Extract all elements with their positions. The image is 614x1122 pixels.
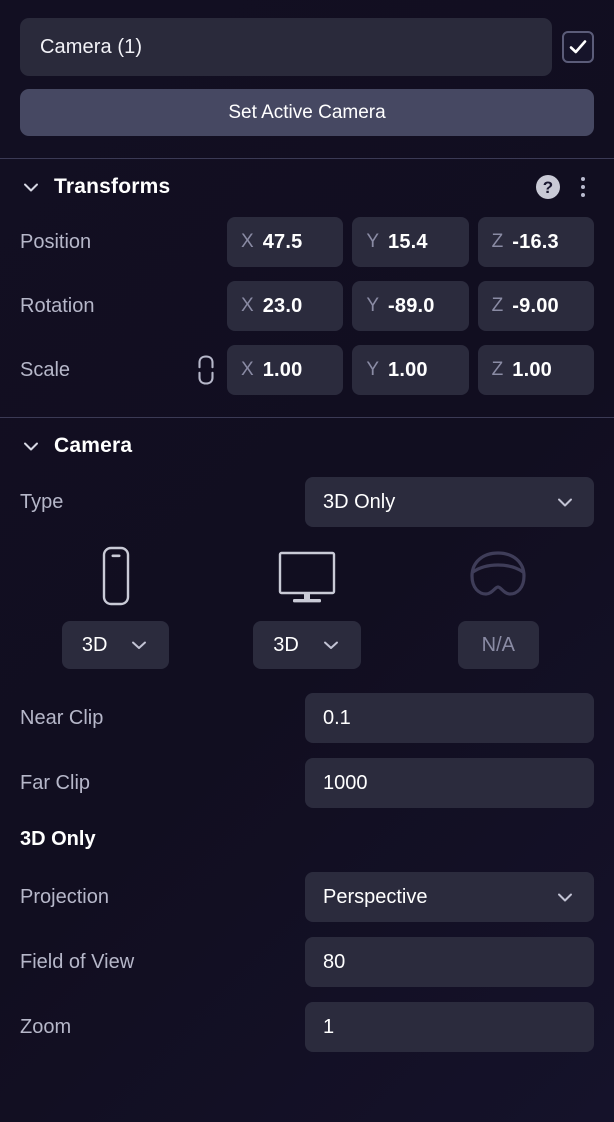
camera-type-select[interactable]: 3D Only bbox=[305, 477, 594, 527]
zoom-row: Zoom 1 bbox=[0, 1002, 614, 1052]
far-clip-label: Far Clip bbox=[20, 771, 91, 794]
device-column-mobile: 3D bbox=[20, 545, 211, 669]
rotation-label: Rotation bbox=[20, 294, 95, 317]
scale-y-value: 1.00 bbox=[388, 358, 428, 381]
axis-label-z: Z bbox=[491, 231, 504, 252]
near-clip-input[interactable]: 0.1 bbox=[305, 693, 594, 743]
mobile-render-mode-select[interactable]: 3D bbox=[61, 621, 170, 669]
rotation-y-value: -89.0 bbox=[388, 294, 435, 317]
camera-type-label: Type bbox=[20, 490, 64, 513]
xr-render-mode-select: N/A bbox=[457, 621, 539, 669]
device-column-desktop: 3D bbox=[211, 545, 402, 669]
scale-link-slot bbox=[185, 353, 227, 387]
projection-value: Perspective bbox=[323, 885, 428, 908]
axis-label-y: Y bbox=[366, 231, 380, 252]
transforms-title: Transforms bbox=[54, 175, 171, 198]
axis-label-x: X bbox=[241, 359, 254, 380]
mobile-phone-icon bbox=[93, 545, 139, 607]
axis-label-z: Z bbox=[491, 359, 504, 380]
desktop-render-mode-select[interactable]: 3D bbox=[253, 621, 361, 669]
mobile-render-mode-value: 3D bbox=[81, 633, 108, 656]
position-y-value: 15.4 bbox=[388, 230, 428, 253]
scale-z-value: 1.00 bbox=[512, 358, 552, 381]
near-clip-label: Near Clip bbox=[20, 706, 104, 729]
far-clip-input[interactable]: 1000 bbox=[305, 758, 594, 808]
zoom-input[interactable]: 1 bbox=[305, 1002, 594, 1052]
scale-z-input[interactable]: Z 1.00 bbox=[477, 345, 594, 395]
axis-label-y: Y bbox=[366, 359, 380, 380]
field-of-view-label: Field of View bbox=[20, 950, 135, 973]
axis-label-z: Z bbox=[491, 295, 504, 316]
camera-title: Camera bbox=[54, 434, 133, 457]
chevron-down-icon bbox=[129, 635, 149, 655]
axis-label-x: X bbox=[241, 231, 254, 252]
position-fields: X 47.5 Y 15.4 Z -16.3 bbox=[227, 217, 594, 267]
rotation-x-input[interactable]: X 23.0 bbox=[227, 281, 344, 331]
question-mark-icon[interactable]: ? bbox=[536, 175, 560, 199]
position-y-input[interactable]: Y 15.4 bbox=[352, 217, 469, 267]
axis-label-x: X bbox=[241, 295, 254, 316]
chevron-down-icon bbox=[554, 491, 576, 513]
projection-select[interactable]: Perspective bbox=[305, 872, 594, 922]
far-clip-row: Far Clip 1000 bbox=[0, 758, 614, 808]
position-x-input[interactable]: X 47.5 bbox=[227, 217, 344, 267]
scale-fields: X 1.00 Y 1.00 Z 1.00 bbox=[227, 345, 594, 395]
projection-row: Projection Perspective bbox=[0, 872, 614, 922]
chevron-down-icon[interactable] bbox=[20, 435, 42, 457]
rotation-z-value: -9.00 bbox=[512, 294, 559, 317]
chevron-down-icon[interactable] bbox=[20, 176, 42, 198]
set-active-camera-button[interactable]: Set Active Camera bbox=[20, 89, 594, 136]
near-clip-row: Near Clip 0.1 bbox=[0, 693, 614, 743]
camera-inspector-panel: Camera (1) Set Active Camera Transforms … bbox=[0, 0, 614, 1122]
device-target-row: 3D 3D N/A bbox=[0, 535, 614, 669]
near-clip-value: 0.1 bbox=[323, 706, 351, 729]
kebab-menu-icon[interactable] bbox=[572, 175, 594, 199]
chevron-down-icon bbox=[554, 886, 576, 908]
camera-type-row: Type 3D Only bbox=[0, 477, 614, 527]
camera-type-value: 3D Only bbox=[323, 490, 396, 513]
check-icon bbox=[567, 36, 589, 58]
desktop-monitor-icon bbox=[272, 545, 342, 607]
field-of-view-row: Field of View 80 bbox=[0, 937, 614, 987]
rotation-z-input[interactable]: Z -9.00 bbox=[477, 281, 594, 331]
object-header-row: Camera (1) bbox=[0, 0, 614, 76]
object-enabled-checkbox[interactable] bbox=[562, 31, 594, 63]
scale-x-input[interactable]: X 1.00 bbox=[227, 345, 344, 395]
projection-label: Projection bbox=[20, 885, 109, 908]
field-of-view-input[interactable]: 80 bbox=[305, 937, 594, 987]
zoom-value: 1 bbox=[323, 1015, 335, 1038]
position-z-input[interactable]: Z -16.3 bbox=[477, 217, 594, 267]
vr-headset-icon bbox=[460, 545, 536, 607]
chevron-down-icon bbox=[321, 635, 341, 655]
zoom-label: Zoom bbox=[20, 1015, 72, 1038]
transform-row-position: Position X 47.5 Y 15.4 Z -16.3 bbox=[0, 217, 614, 267]
axis-label-y: Y bbox=[366, 295, 380, 316]
object-name-input[interactable]: Camera (1) bbox=[20, 18, 552, 76]
broken-link-icon[interactable] bbox=[194, 353, 218, 387]
field-of-view-value: 80 bbox=[323, 950, 346, 973]
rotation-y-input[interactable]: Y -89.0 bbox=[352, 281, 469, 331]
transform-row-scale: Scale X 1.00 Y 1.00 Z 1.00 bbox=[0, 345, 614, 395]
device-column-xr: N/A bbox=[403, 545, 594, 669]
position-label: Position bbox=[20, 230, 92, 253]
transform-row-rotation: Rotation X 23.0 Y -89.0 Z -9.00 bbox=[0, 281, 614, 331]
scale-x-value: 1.00 bbox=[262, 358, 303, 381]
rotation-x-value: 23.0 bbox=[262, 294, 303, 317]
scale-label: Scale bbox=[20, 358, 71, 381]
object-name-value: Camera (1) bbox=[40, 35, 143, 58]
desktop-render-mode-value: 3D bbox=[273, 633, 299, 656]
far-clip-value: 1000 bbox=[323, 771, 368, 794]
scale-y-input[interactable]: Y 1.00 bbox=[352, 345, 469, 395]
position-x-value: 47.5 bbox=[262, 230, 303, 253]
camera-section-header: Camera bbox=[0, 418, 614, 462]
transforms-section-header: Transforms ? bbox=[0, 159, 614, 203]
rotation-fields: X 23.0 Y -89.0 Z -9.00 bbox=[227, 281, 594, 331]
three-d-only-subheading: 3D Only bbox=[20, 828, 96, 850]
position-z-value: -16.3 bbox=[512, 230, 559, 253]
xr-render-mode-value: N/A bbox=[481, 633, 515, 656]
